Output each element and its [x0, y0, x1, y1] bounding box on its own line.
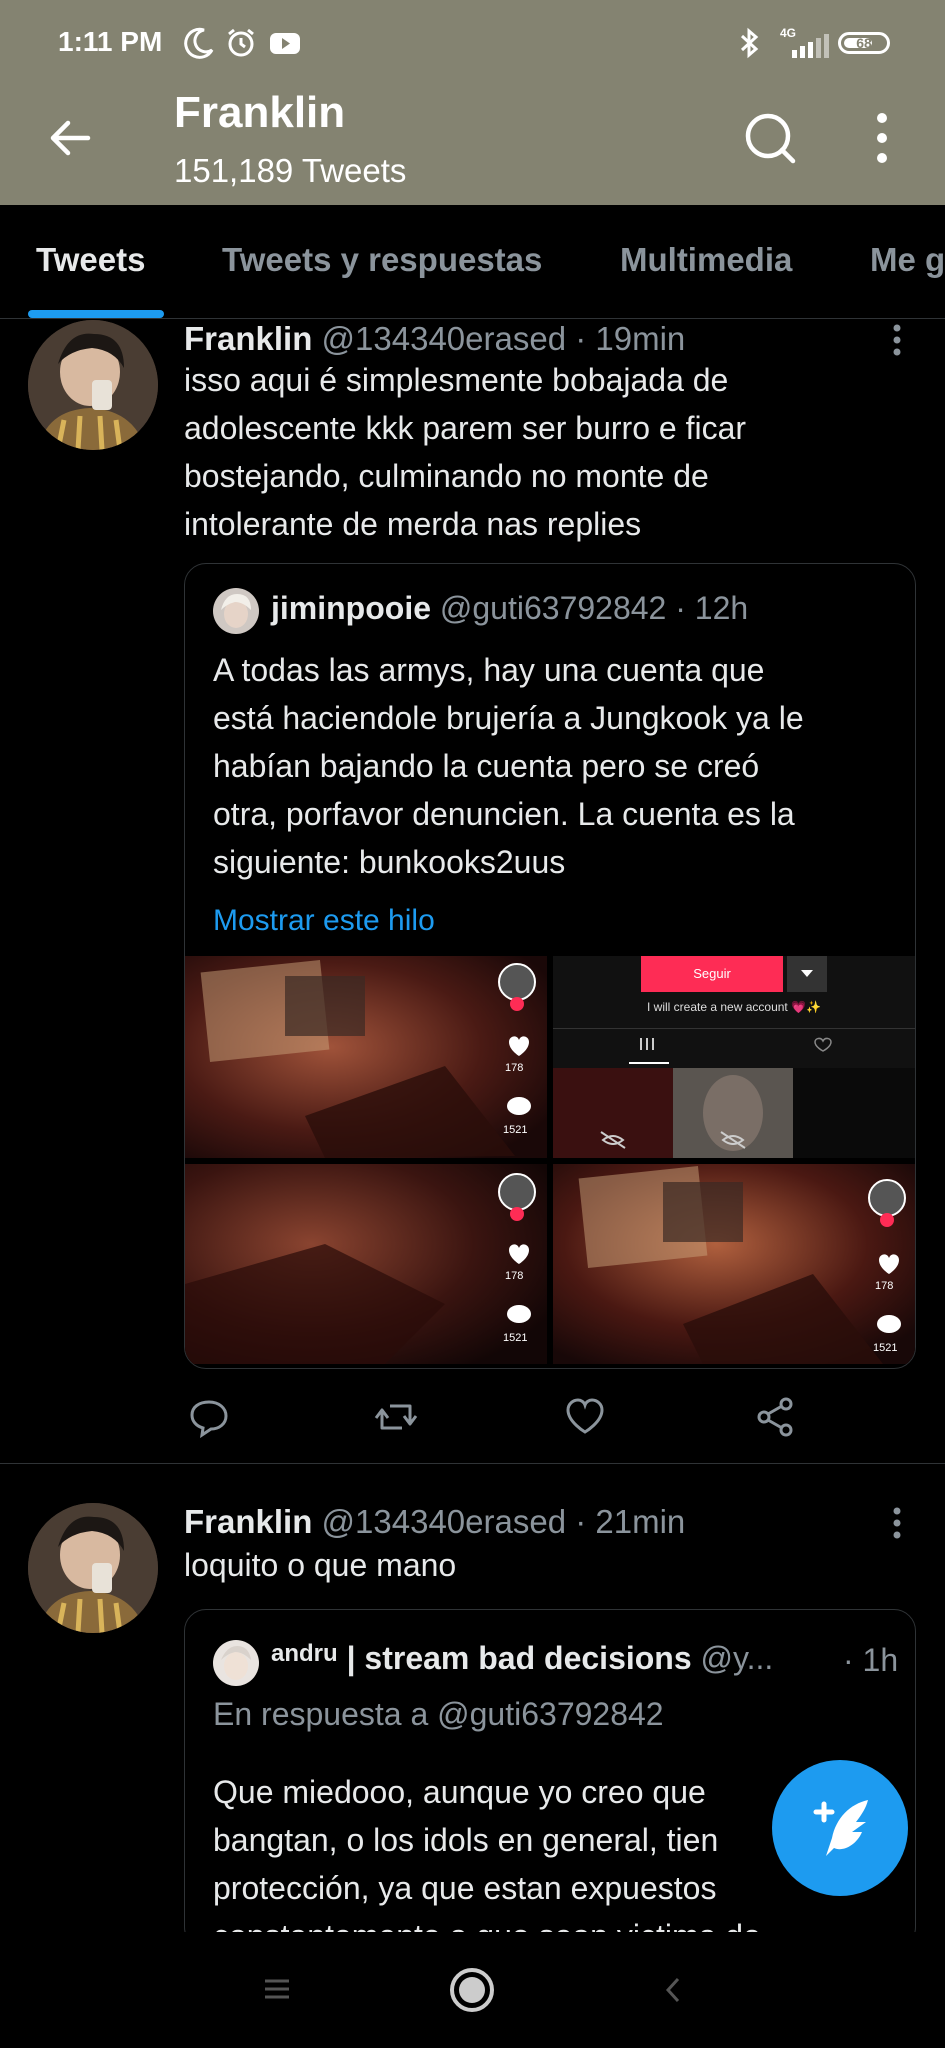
quoted-avatar[interactable] — [213, 588, 259, 634]
tweet-text: loquito o que mano — [184, 1541, 884, 1589]
media-image-1[interactable]: 178 1521 — [185, 956, 547, 1158]
more-options-button[interactable] — [864, 110, 900, 166]
youtube-icon — [268, 26, 302, 65]
reply-context[interactable]: En respuesta a @guti63792842 — [213, 1696, 664, 1733]
status-bar: 1:11 PM 4G 68 — [0, 0, 945, 88]
tweet-header: Franklin @134340erased · 19min — [184, 320, 685, 358]
author-name[interactable]: Franklin — [184, 1503, 312, 1540]
battery-level: 68 — [856, 35, 872, 51]
retweet-icon[interactable] — [374, 1396, 418, 1438]
profile-tabs: Tweets Tweets y respuestas Multimedia Me… — [0, 205, 945, 319]
media-image-2[interactable]: Seguir I will create a new account 💗✨ — [553, 956, 915, 1158]
like-count: 178 — [505, 1062, 524, 1074]
quoted-text-line: otra, porfavor denuncien. La cuenta es l… — [213, 796, 795, 832]
media-grid: 178 1521 Seguir I will create a new acco… — [185, 956, 915, 1364]
avatar[interactable] — [28, 320, 158, 450]
tweet-text-line: isso aqui é simplesmente bobajada de — [184, 362, 729, 398]
compose-tweet-button[interactable] — [772, 1760, 908, 1896]
quoted-author-name: | stream bad decisions — [346, 1640, 692, 1676]
tweet-options-icon[interactable] — [886, 1505, 908, 1541]
quoted-author-meta: @guti63792842 · 12h — [439, 590, 749, 626]
profile-title: Franklin — [174, 88, 346, 137]
tab-media[interactable]: Multimedia — [620, 241, 792, 279]
quoted-tweet[interactable]: jiminpooie @guti63792842 · 12h A todas l… — [184, 563, 916, 1369]
comment-count: 1521 — [503, 1124, 528, 1136]
tweet-actions — [184, 1396, 824, 1446]
quoted-text-line: está haciendole brujería a Jungkook ya l… — [213, 700, 804, 736]
quoted-text-line: A todas las armys, hay una cuenta que — [213, 652, 765, 688]
tweet-text-line: loquito o que mano — [184, 1547, 457, 1583]
author-meta: @134340erased · 19min — [321, 320, 686, 357]
quoted-header: jiminpooie @guti63792842 · 12h — [271, 590, 748, 627]
quoted-text-line: constantemente a que sean victima de — [213, 1912, 903, 1932]
author-meta: @134340erased · 21min — [321, 1503, 686, 1540]
tweet-header: Franklin @134340erased · 21min — [184, 1503, 685, 1541]
home-icon[interactable] — [448, 1966, 496, 2019]
account-caption: I will create a new account 💗✨ — [647, 1000, 821, 1014]
back-button[interactable] — [44, 112, 96, 164]
tab-tweets-and-replies[interactable]: Tweets y respuestas — [222, 241, 542, 279]
quoted-author-prefix: andru — [271, 1640, 338, 1667]
tweet-divider — [0, 1463, 945, 1464]
quoted-text-line: habían bajando la cuenta pero se creó — [213, 748, 760, 784]
show-thread-link[interactable]: Mostrar este hilo — [213, 904, 435, 938]
quoted-text-line: siguiente: bunkooks2uus — [213, 844, 566, 880]
tweet-text-line: intolerante de merda nas replies — [184, 506, 642, 542]
back-nav-icon[interactable] — [664, 1976, 682, 2009]
like-count: 178 — [875, 1280, 894, 1292]
tab-tweets[interactable]: Tweets — [36, 241, 145, 279]
tweet-text: isso aqui é simplesmente bobajada de ado… — [184, 356, 884, 548]
system-nav-bar — [0, 1932, 945, 2048]
status-time: 1:11 PM — [58, 26, 163, 57]
avatar[interactable] — [28, 1503, 158, 1633]
author-name[interactable]: Franklin — [184, 320, 312, 357]
follow-button-in-image: Seguir — [641, 956, 783, 992]
dnd-moon-icon — [182, 26, 216, 65]
alarm-icon — [224, 26, 258, 65]
like-count: 178 — [505, 1270, 524, 1282]
tweet-feed[interactable]: Franklin @134340erased · 19min isso aqui… — [0, 320, 945, 1932]
quoted-time: · 1h — [843, 1642, 899, 1678]
tweet-options-icon[interactable] — [886, 322, 908, 358]
comment-count: 1521 — [873, 1342, 898, 1354]
bluetooth-icon — [736, 26, 764, 65]
search-button[interactable] — [740, 108, 800, 168]
quoted-avatar[interactable] — [213, 1640, 259, 1686]
tweet-text-line: adolescente kkk parem ser burro e ficar — [184, 410, 747, 446]
comment-count: 1521 — [503, 1332, 528, 1344]
like-icon[interactable] — [564, 1396, 606, 1438]
reply-icon[interactable] — [188, 1396, 230, 1439]
signal-icon — [790, 34, 830, 63]
share-icon[interactable] — [754, 1396, 796, 1438]
battery-indicator: 68 — [838, 32, 890, 54]
tweet-text-line: bostejando, culminando no monte de — [184, 458, 709, 494]
active-tab-indicator — [28, 310, 164, 318]
quoted-author-handle: @y... — [700, 1640, 774, 1676]
tweet-count: 151,189 Tweets — [174, 152, 407, 189]
profile-header: Franklin 151,189 Tweets — [0, 88, 945, 205]
tab-likes[interactable]: Me g — [870, 241, 945, 279]
quoted-header: andru | stream bad decisions @y... — [271, 1640, 773, 1677]
menu-icon[interactable] — [264, 1978, 290, 2005]
quoted-author-name: jiminpooie — [271, 590, 431, 626]
quoted-text: A todas las armys, hay una cuenta que es… — [213, 646, 903, 886]
media-image-4[interactable]: 178 1521 — [553, 1164, 915, 1364]
media-image-3[interactable]: 178 1521 — [185, 1164, 547, 1364]
